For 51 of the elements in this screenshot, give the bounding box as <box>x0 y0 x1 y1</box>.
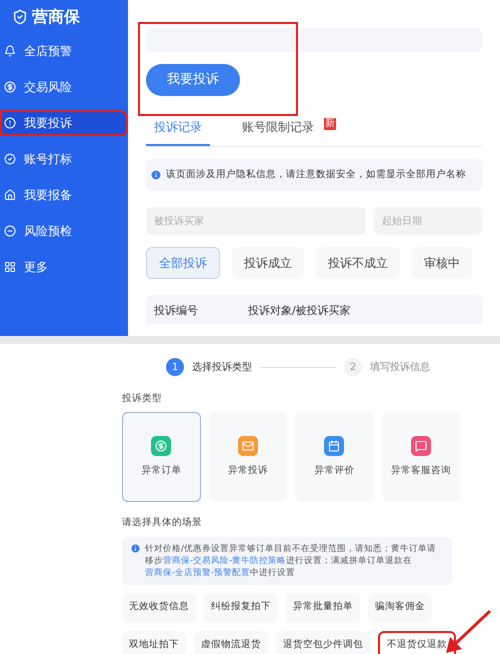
sidebar-item[interactable]: 我要报备 <box>0 182 128 208</box>
info-icon <box>150 169 162 181</box>
privacy-notice: 该页面涉及用户隐私信息，请注意数据安全，如需显示全部用户名称 <box>146 159 482 191</box>
menu-icon <box>4 117 16 129</box>
complaint-button[interactable]: 我要投诉 <box>146 64 240 96</box>
complaint-type-card[interactable]: 异常订单 <box>122 412 201 502</box>
sidebar-item[interactable]: 交易风险 <box>0 74 128 100</box>
step-number: 2 <box>344 358 362 376</box>
step-number: 1 <box>166 358 184 376</box>
scenario-option[interactable]: 异常批量拍单 <box>286 592 360 622</box>
section-title: 投诉类型 <box>122 392 163 406</box>
date-field[interactable]: 起始日期 <box>374 207 482 235</box>
menu-icon <box>4 81 16 93</box>
scenario-option[interactable]: 双地址拍下 <box>122 630 186 654</box>
new-badge: 新 <box>324 118 336 130</box>
pointer-arrow-icon <box>444 608 492 654</box>
sidebar-item[interactable]: 更多 <box>0 254 128 280</box>
sidebar-item[interactable]: 风险预检 <box>0 218 128 244</box>
notice-text: 针对价格/优惠券设置异常够订单目前不在受理范围，请知悉；黄牛订单请移步营商保-交易风险-黄牛防控策略进行设置；满减拼单订单退款在 营商保-全店预警-预警配置中进行设置 <box>145 542 437 578</box>
status-filter[interactable]: 投诉成立 <box>232 247 304 279</box>
logo-text: 营商保 <box>32 6 80 28</box>
menu-icon <box>4 225 16 237</box>
status-filter[interactable]: 投诉不成立 <box>316 247 400 279</box>
scenario-option[interactable]: 骗淘客佣金 <box>368 592 432 622</box>
shield-logo-icon <box>12 9 28 25</box>
scenario-option[interactable]: 无效收货信息 <box>122 592 196 622</box>
scenario-option[interactable]: 不退货仅退款 <box>378 630 456 654</box>
scenario-option[interactable]: 虚假物流退货 <box>194 630 268 654</box>
step-label: 填写投诉信息 <box>370 360 430 374</box>
column-header: 投诉对象/被投诉买家 <box>248 303 351 319</box>
sidebar-item[interactable]: 全店预警 <box>0 38 128 64</box>
menu-icon <box>4 261 16 273</box>
sidebar-item[interactable]: 账号打标 <box>0 146 128 172</box>
section-title: 请选择具体的场景 <box>122 516 203 530</box>
menu-icon <box>4 189 16 201</box>
complaint-type-card[interactable]: 异常评价 <box>295 412 374 502</box>
scenario-option[interactable]: 纠纷报复拍下 <box>204 592 278 622</box>
settings-link[interactable]: 营商保-全店预警-预警配置 <box>145 568 250 578</box>
complaint-type-card[interactable]: 异常投诉 <box>208 412 288 502</box>
tab[interactable]: 投诉记录 <box>146 118 210 146</box>
buyer-field[interactable]: 被投诉买家 <box>146 207 366 235</box>
menu-icon <box>4 45 16 57</box>
settings-link[interactable]: 营商保-交易风险-黄牛防控策略 <box>163 556 286 566</box>
complaint-type-card[interactable]: 异常客服咨询 <box>382 412 460 502</box>
status-filter[interactable]: 审核中 <box>412 247 472 279</box>
scenario-option[interactable]: 退货空包少件调包 <box>276 630 370 654</box>
column-header: 投诉编号 <box>154 303 198 319</box>
step-label: 选择投诉类型 <box>192 360 252 374</box>
sidebar-item[interactable]: 我要投诉 <box>0 110 128 136</box>
info-icon <box>130 542 141 554</box>
menu-icon <box>4 153 16 165</box>
